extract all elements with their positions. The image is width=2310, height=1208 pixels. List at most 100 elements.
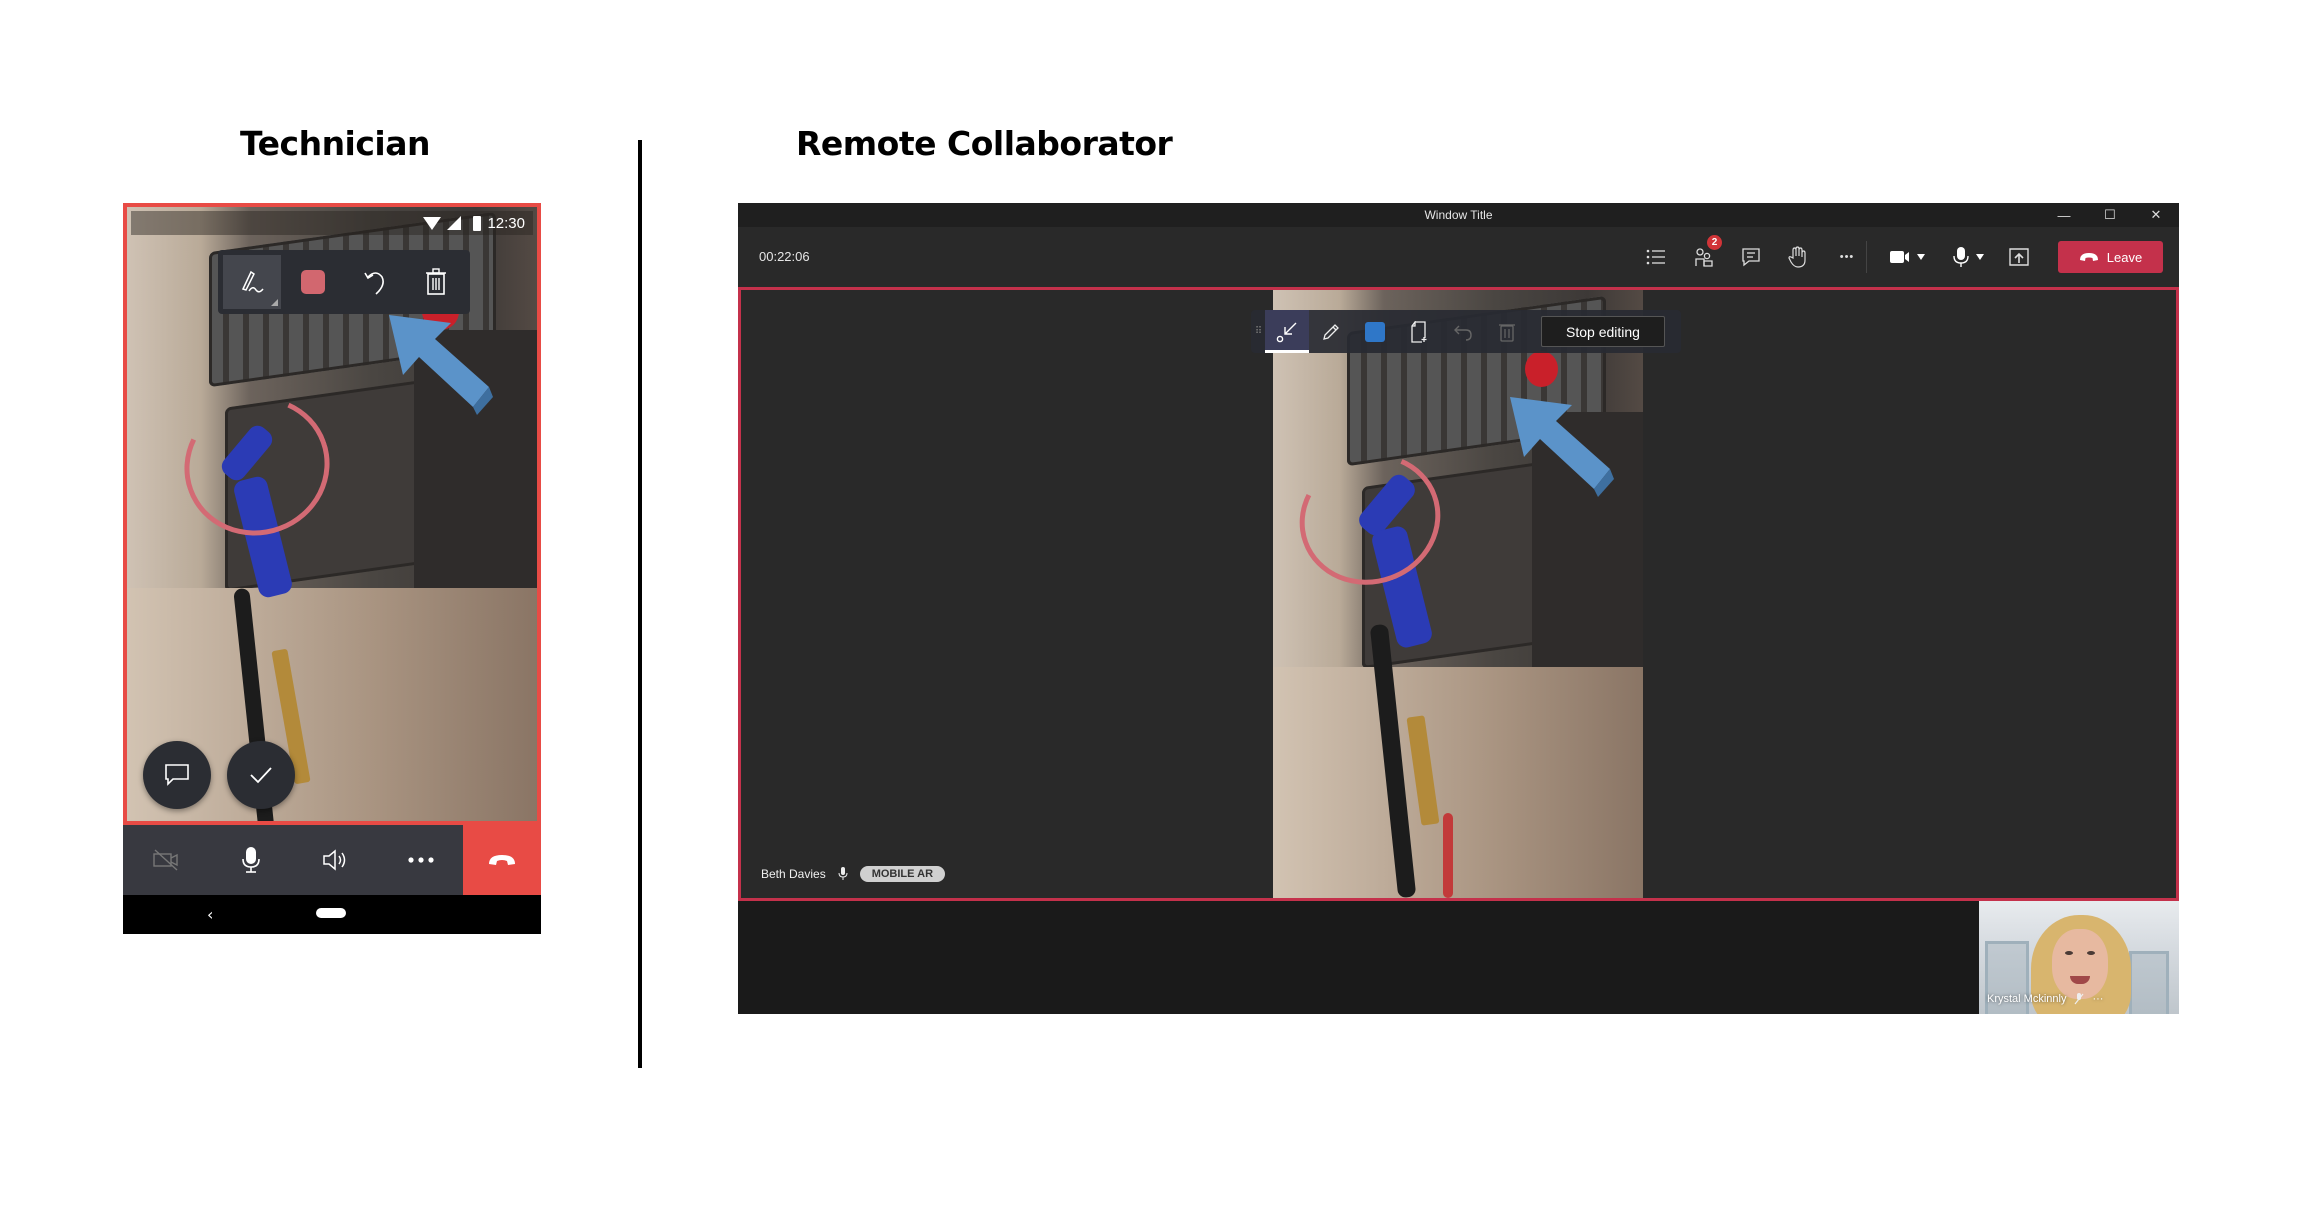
raise-hand-button[interactable] <box>1782 241 1814 273</box>
camera-icon <box>1890 251 1925 263</box>
red-knob <box>1524 350 1558 388</box>
page-add-icon <box>1411 320 1427 343</box>
pencil-icon <box>1323 323 1339 340</box>
close-button[interactable]: ✕ <box>2133 203 2179 227</box>
minimize-button[interactable]: — <box>2041 203 2087 227</box>
checkmark-icon <box>250 767 272 784</box>
chevron-down-icon <box>1976 254 1984 260</box>
color-picker-button[interactable] <box>1353 310 1397 353</box>
wifi-icon <box>423 216 442 230</box>
speaker-icon <box>322 849 345 871</box>
battery-icon <box>473 215 482 231</box>
trash-icon <box>1499 323 1515 342</box>
participant-name: Beth Davies <box>761 867 826 881</box>
camera-toggle-button[interactable] <box>1885 241 1933 273</box>
call-controls-bar: 00:22:06 2 ••• Leave <box>738 227 2179 287</box>
delete-annotations-button[interactable] <box>408 255 466 309</box>
phone-call-controls <box>123 825 541 895</box>
trash-icon <box>426 268 447 295</box>
self-view-label: Krystal Mckinnly ··· <box>1987 993 2103 1005</box>
ink-color-button[interactable] <box>285 255 343 309</box>
leave-button[interactable]: Leave <box>2058 241 2163 273</box>
3d-arrow-annotation <box>1510 397 1615 498</box>
stop-editing-button[interactable]: Stop editing <box>1541 316 1665 347</box>
self-view-tile[interactable]: Krystal Mckinnly ··· <box>1979 901 2179 1014</box>
participants-count-badge: 2 <box>1707 235 1722 250</box>
status-time: 12:30 <box>487 214 525 232</box>
red-hose <box>1443 812 1454 898</box>
section-divider <box>638 140 642 1068</box>
shared-video-stage[interactable]: ⠿ Stop editing Beth Davies MOBILE AR <box>738 287 2179 901</box>
more-dots-icon <box>407 857 434 863</box>
more-options-button[interactable] <box>378 825 463 895</box>
phone-annotation-toolbar <box>218 250 470 314</box>
background-wall <box>1273 666 1643 898</box>
share-screen-icon <box>2009 248 2029 266</box>
lab-cabinet <box>2129 951 2169 1014</box>
phone-camera-view[interactable]: 12:30 <box>123 203 541 825</box>
person-face <box>2052 929 2108 999</box>
participant-label: Beth Davies MOBILE AR <box>761 866 946 882</box>
android-nav-bar: ‹ <box>123 895 541 934</box>
ink-pen-tool-button[interactable] <box>223 255 281 309</box>
3d-arrow-annotation <box>389 315 494 416</box>
color-swatch <box>301 270 326 294</box>
technician-heading: Technician <box>240 124 431 163</box>
done-button[interactable] <box>227 741 295 809</box>
toolbar-separator <box>1866 241 1867 273</box>
maximize-icon: ☐ <box>2104 207 2116 222</box>
hang-up-button[interactable] <box>463 825 541 895</box>
microphone-toggle-button[interactable] <box>1948 241 1992 273</box>
remote-collaborator-heading: Remote Collaborator <box>796 124 1173 163</box>
self-view-name: Krystal Mckinnly <box>1987 993 2067 1005</box>
color-swatch <box>1365 321 1385 342</box>
shared-camera-feed <box>1273 290 1643 898</box>
chat-button[interactable] <box>143 741 211 809</box>
self-view-more-button[interactable]: ··· <box>2092 993 2103 1005</box>
people-icon <box>1695 248 1713 267</box>
hand-icon <box>1788 246 1806 268</box>
home-button[interactable] <box>316 908 346 918</box>
more-actions-button[interactable]: ••• <box>1831 241 1863 273</box>
arrow-tool-button[interactable] <box>1265 310 1309 353</box>
new-page-button[interactable] <box>1397 310 1441 353</box>
person-eye <box>2087 951 2095 955</box>
meeting-info-button[interactable] <box>1640 241 1672 273</box>
technician-phone: 12:30 ‹ <box>123 203 541 934</box>
share-screen-button[interactable] <box>2003 241 2035 273</box>
hang-up-icon <box>489 855 515 865</box>
speaker-button[interactable] <box>293 825 378 895</box>
more-dots-icon: ••• <box>1839 251 1855 263</box>
undo-button[interactable] <box>1441 310 1485 353</box>
maximize-button[interactable]: ☐ <box>2087 203 2133 227</box>
chat-bubble-icon <box>165 764 189 786</box>
list-icon <box>1646 249 1665 265</box>
participants-button[interactable]: 2 <box>1688 235 1722 273</box>
ink-toolbar: ⠿ Stop editing <box>1251 310 1681 353</box>
undo-icon <box>364 272 384 295</box>
video-filmstrip: Krystal Mckinnly ··· <box>738 901 2179 1014</box>
back-button[interactable]: ‹ <box>207 905 213 924</box>
teams-window: Window Title — ☐ ✕ 00:22:06 2 ••• Leave … <box>738 203 2179 1014</box>
chat-icon <box>1742 248 1760 267</box>
person-eye <box>2065 951 2073 955</box>
video-off-icon <box>152 849 178 871</box>
delete-button[interactable] <box>1485 310 1529 353</box>
window-title: Window Title <box>1424 208 1493 222</box>
call-timer: 00:22:06 <box>759 249 810 264</box>
microphone-button[interactable] <box>208 825 293 895</box>
camera-toggle-button[interactable] <box>123 825 208 895</box>
mobile-ar-badge: MOBILE AR <box>859 866 946 882</box>
chat-button[interactable] <box>1735 241 1767 273</box>
chevron-down-icon <box>1917 254 1925 260</box>
hang-up-icon <box>2079 253 2098 261</box>
signal-icon <box>447 216 462 230</box>
pen-tool-button[interactable] <box>1309 310 1353 353</box>
mic-off-icon <box>2075 993 2084 1005</box>
microphone-icon <box>838 867 848 880</box>
minimize-icon: — <box>2057 207 2071 223</box>
drag-handle[interactable]: ⠿ <box>1251 310 1265 353</box>
close-icon: ✕ <box>2150 207 2162 222</box>
undo-button[interactable] <box>346 255 404 309</box>
title-bar: Window Title — ☐ ✕ <box>738 203 2179 227</box>
